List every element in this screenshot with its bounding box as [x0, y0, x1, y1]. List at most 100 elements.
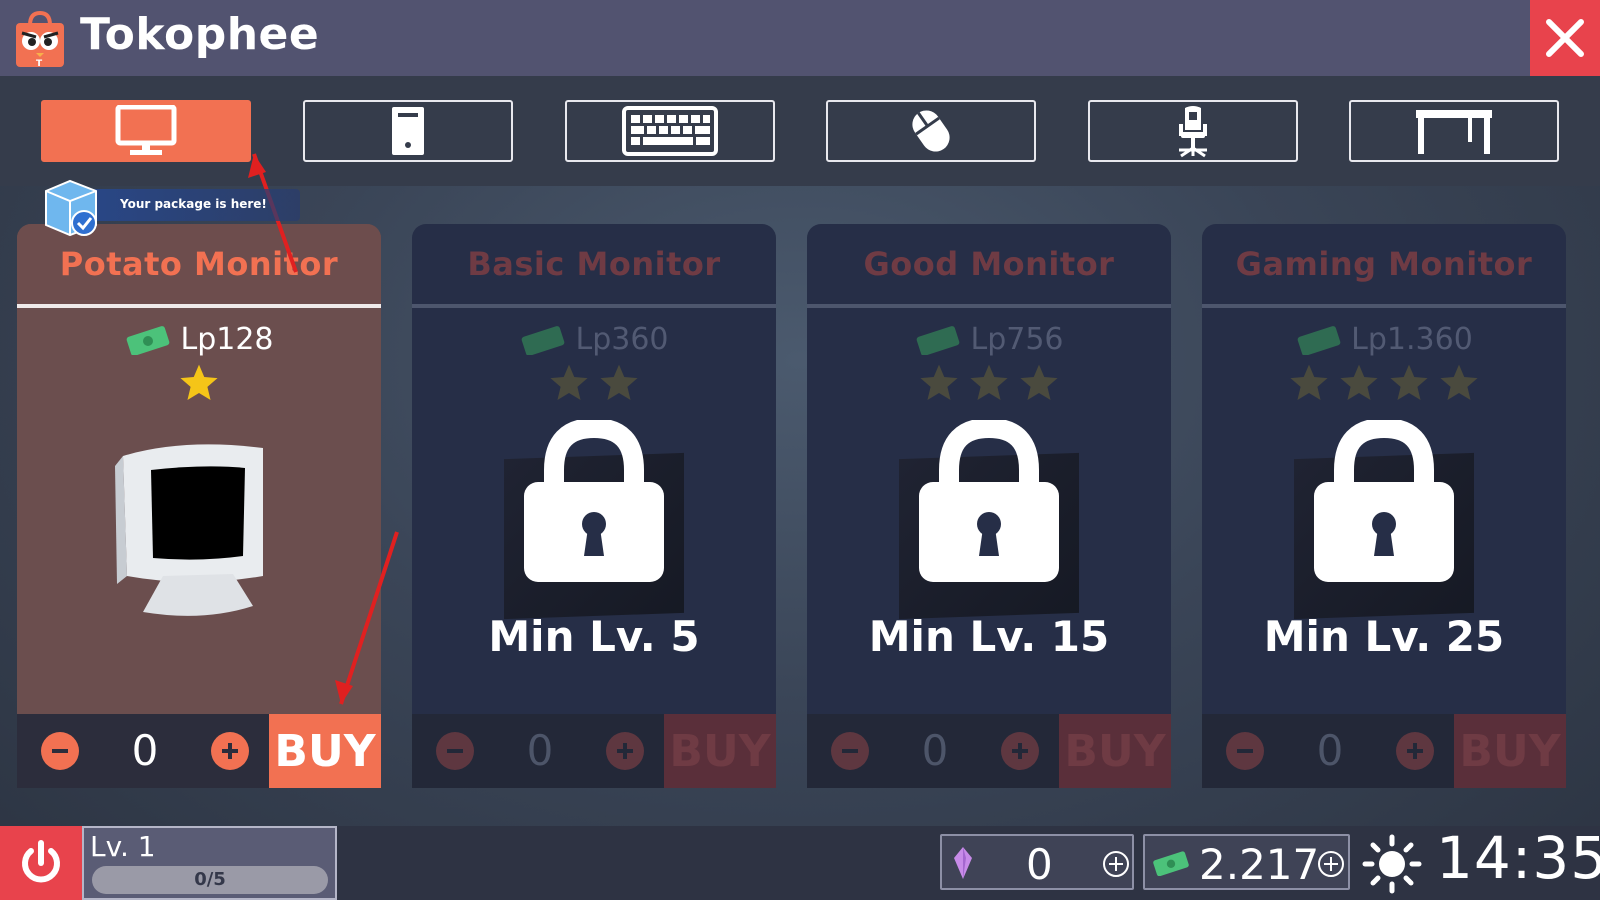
gem-amount: 0	[1026, 840, 1053, 889]
purchase-bar: 0 BUY	[17, 714, 381, 788]
decrease-quantity-button[interactable]	[1226, 732, 1264, 770]
minus-icon	[1237, 749, 1253, 753]
sun-icon	[1362, 834, 1422, 894]
quantity-value: 0	[921, 726, 949, 775]
desk-icon	[1416, 110, 1492, 154]
min-level-requirement: Min Lv. 15	[868, 612, 1110, 661]
mouse-icon	[912, 110, 950, 152]
cash-counter: 2.217	[1143, 834, 1350, 890]
tab-pc-case[interactable]	[303, 100, 513, 162]
add-gems-button[interactable]	[1102, 850, 1130, 878]
lock-icon	[412, 420, 776, 584]
buy-button[interactable]: BUY	[1059, 714, 1171, 788]
notification-text: Your package is here!	[120, 197, 267, 211]
close-button[interactable]	[1530, 0, 1600, 76]
price-row: Lp128	[17, 322, 381, 357]
product-name: Potato Monitor	[59, 245, 339, 283]
plus-icon	[1012, 743, 1028, 759]
svg-text:T: T	[36, 59, 43, 69]
xp-progress-bar: 0/5	[92, 866, 328, 894]
star-icon	[920, 364, 958, 400]
cash-icon	[1297, 325, 1341, 355]
category-tab-bar	[0, 76, 1600, 186]
product-card-basic-monitor: Basic Monitor Lp360 Min Lv. 5 0 BUY	[412, 224, 776, 788]
price-row: Lp360	[412, 322, 776, 357]
package-notification[interactable]: Your package is here!	[40, 177, 300, 237]
keyboard-icon	[622, 106, 718, 156]
star-icon	[600, 364, 638, 400]
cash-icon	[522, 325, 565, 355]
star-rating	[17, 362, 381, 404]
purchase-bar: 0 BUY	[412, 714, 776, 788]
tab-mouse[interactable]	[826, 100, 1036, 162]
cash-icon	[127, 325, 170, 355]
power-icon	[22, 840, 60, 883]
add-cash-button[interactable]	[1317, 850, 1345, 878]
min-level-requirement: Min Lv. 5	[488, 612, 700, 661]
cash-icon	[1153, 851, 1189, 876]
quantity-value: 0	[526, 726, 554, 775]
product-card-good-monitor: Good Monitor Lp756 Min Lv. 15 0 BUY	[807, 224, 1171, 788]
star-icon	[1390, 364, 1428, 400]
minus-icon	[52, 749, 68, 753]
plus-icon	[1407, 743, 1423, 759]
decrease-quantity-button[interactable]	[831, 732, 869, 770]
tab-desk[interactable]	[1349, 100, 1559, 162]
gaming-chair-icon	[1179, 106, 1207, 158]
cash-icon	[917, 325, 960, 355]
increase-quantity-button[interactable]	[211, 732, 249, 770]
min-level-requirement: Min Lv. 25	[1263, 612, 1505, 661]
app-title: Tokophee	[80, 9, 320, 60]
gem-counter: 0	[940, 834, 1134, 890]
product-card-potato-monitor: Potato Monitor Lp128 0 BUY	[17, 224, 381, 788]
star-icon	[1290, 364, 1328, 400]
product-price: Lp360	[575, 322, 669, 357]
title-bar: T Tokophee	[0, 0, 1600, 76]
tab-keyboard[interactable]	[565, 100, 775, 162]
star-rating	[1202, 362, 1566, 404]
lock-icon	[807, 420, 1171, 584]
lock-icon	[1202, 420, 1566, 584]
product-card-gaming-monitor: Gaming Monitor Lp1.360 Min Lv. 25 0 BUY	[1202, 224, 1566, 788]
monitor-icon	[115, 105, 177, 155]
increase-quantity-button[interactable]	[1001, 732, 1039, 770]
product-price: Lp1.360	[1351, 322, 1473, 357]
star-icon	[1340, 364, 1378, 400]
tab-monitor[interactable]	[41, 100, 251, 162]
increase-quantity-button[interactable]	[606, 732, 644, 770]
game-clock: 14:35	[1436, 824, 1600, 892]
buy-button[interactable]: BUY	[1454, 714, 1566, 788]
star-icon	[1440, 364, 1478, 400]
product-price: Lp756	[970, 322, 1064, 357]
buy-button[interactable]: BUY	[269, 714, 381, 788]
product-price: Lp128	[180, 322, 274, 357]
product-name: Gaming Monitor	[1235, 245, 1533, 283]
crt-monitor-image	[113, 436, 273, 626]
power-button[interactable]	[0, 826, 82, 900]
card-header: Gaming Monitor	[1202, 224, 1566, 308]
increase-quantity-button[interactable]	[1396, 732, 1434, 770]
close-icon	[1546, 19, 1584, 57]
purchase-bar: 0 BUY	[807, 714, 1171, 788]
price-row: Lp1.360	[1202, 322, 1566, 357]
shop-bag-logo-icon: T	[14, 10, 66, 69]
level-panel: Lv. 1 0/5	[82, 826, 337, 900]
package-delivered-icon	[40, 177, 102, 239]
status-bar: Lv. 1 0/5 0 2.217 14:35	[0, 824, 1600, 900]
tab-gaming-chair[interactable]	[1088, 100, 1298, 162]
minus-icon	[842, 749, 858, 753]
decrease-quantity-button[interactable]	[436, 732, 474, 770]
quantity-value: 0	[1316, 726, 1344, 775]
price-row: Lp756	[807, 322, 1171, 357]
product-name: Good Monitor	[863, 245, 1115, 283]
card-header: Basic Monitor	[412, 224, 776, 308]
star-icon	[970, 364, 1008, 400]
cash-amount: 2.217	[1199, 840, 1320, 889]
buy-button[interactable]: BUY	[664, 714, 776, 788]
pc-case-icon	[392, 107, 424, 155]
plus-icon	[617, 743, 633, 759]
decrease-quantity-button[interactable]	[41, 732, 79, 770]
purchase-bar: 0 BUY	[1202, 714, 1566, 788]
star-icon	[1020, 364, 1058, 400]
xp-text: 0/5	[194, 869, 226, 890]
